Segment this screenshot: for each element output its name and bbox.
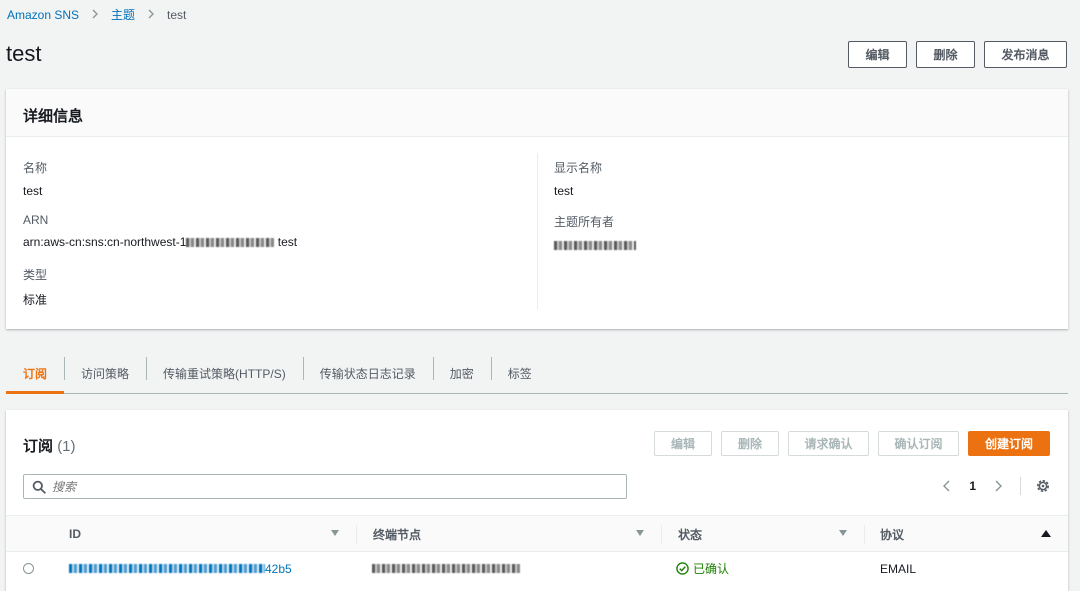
owner-label: 主题所有者 xyxy=(554,215,615,229)
column-header-status[interactable]: 状态 xyxy=(678,516,702,552)
search-box xyxy=(23,474,627,499)
owner-value xyxy=(554,238,636,252)
gear-icon[interactable] xyxy=(1033,476,1053,496)
details-panel: 详细信息 名称 test ARN arn:aws-cn:sns:cn-north… xyxy=(6,89,1068,329)
page-title: test xyxy=(6,41,42,66)
table-row: 42b5 已确认 EMAIL xyxy=(6,552,1068,585)
edit-topic-button[interactable]: 编辑 xyxy=(848,41,907,68)
endpoint-cell xyxy=(372,552,520,585)
status-badge: 已确认 xyxy=(676,560,729,577)
display-name-value: test xyxy=(554,184,574,198)
tab-delivery-retry-policy[interactable]: 传输重试策略(HTTP/S) xyxy=(146,353,303,393)
tab-delivery-status-logging[interactable]: 传输状态日志记录 xyxy=(302,353,433,393)
redacted-subscription-id xyxy=(69,564,265,573)
column-header-id[interactable]: ID xyxy=(69,516,81,552)
tab-tags[interactable]: 标签 xyxy=(490,353,549,393)
details-header: 详细信息 xyxy=(6,89,1068,137)
type-field: 类型 标准 xyxy=(23,266,47,308)
name-label: 名称 xyxy=(23,161,48,175)
pager-divider xyxy=(1020,477,1021,495)
status-cell: 已确认 xyxy=(676,552,729,585)
sort-caret-icon[interactable] xyxy=(636,530,644,536)
type-label: 类型 xyxy=(23,268,48,282)
type-value: 标准 xyxy=(23,293,48,307)
chevron-right-icon xyxy=(147,8,155,22)
arn-suffix: test xyxy=(277,235,298,249)
redacted-endpoint xyxy=(372,564,520,573)
search-input[interactable] xyxy=(52,479,612,494)
column-header-endpoint[interactable]: 终端节点 xyxy=(373,516,421,552)
tab-encryption[interactable]: 加密 xyxy=(432,353,491,393)
tab-access-policy[interactable]: 访问策略 xyxy=(64,353,146,393)
protocol-cell: EMAIL xyxy=(880,561,917,576)
column-divider xyxy=(661,525,662,544)
delete-topic-button[interactable]: 删除 xyxy=(916,41,975,68)
arn-field: ARN arn:aws-cn:sns:cn-northwest-1 test xyxy=(23,213,297,249)
name-value: test xyxy=(23,184,43,198)
subscriptions-title-text: 订阅 xyxy=(23,438,54,455)
breadcrumb-section-link[interactable]: 主题 xyxy=(111,6,135,23)
breadcrumb-current: test xyxy=(167,7,187,22)
subscriptions-panel: 订阅 (1) 编辑 删除 请求确认 确认订阅 创建订阅 1 xyxy=(6,410,1068,591)
display-name-label: 显示名称 xyxy=(554,161,603,175)
tab-subscriptions[interactable]: 订阅 xyxy=(6,353,65,394)
check-circle-icon xyxy=(676,562,689,575)
subscription-actions: 编辑 删除 请求确认 确认订阅 创建订阅 xyxy=(654,431,1050,456)
chevron-right-icon xyxy=(91,8,99,22)
arn-prefix: arn:aws-cn:sns:cn-northwest-1 xyxy=(23,235,187,249)
request-confirmation-button[interactable]: 请求确认 xyxy=(788,431,869,456)
column-divider xyxy=(864,525,865,544)
edit-subscription-button[interactable]: 编辑 xyxy=(654,431,712,456)
name-field: 名称 test xyxy=(23,159,47,198)
pagination: 1 xyxy=(937,476,1053,496)
owner-field: 主题所有者 xyxy=(554,213,636,252)
column-divider xyxy=(537,153,538,310)
breadcrumb-root-link[interactable]: Amazon SNS xyxy=(7,8,79,22)
sort-caret-icon[interactable] xyxy=(839,530,847,536)
subscription-id-link[interactable]: 42b5 xyxy=(69,562,292,576)
create-subscription-button[interactable]: 创建订阅 xyxy=(968,431,1050,456)
chevron-right-icon[interactable] xyxy=(988,476,1008,496)
subscriptions-table: ID 终端节点 状态 协议 42b5 已确认 EMAIL xyxy=(6,515,1068,585)
page-number[interactable]: 1 xyxy=(969,479,976,493)
topic-actions: 编辑 删除 发布消息 xyxy=(848,41,1067,68)
column-divider xyxy=(356,525,357,544)
subscriptions-title: 订阅 (1) xyxy=(23,435,76,456)
redacted-account-id xyxy=(186,238,275,248)
breadcrumb: Amazon SNS 主题 test xyxy=(7,6,186,23)
row-select-radio[interactable] xyxy=(23,552,34,585)
delete-subscription-button[interactable]: 删除 xyxy=(721,431,779,456)
redacted-owner-id xyxy=(554,241,636,251)
status-text: 已确认 xyxy=(693,562,730,576)
table-header: ID 终端节点 状态 协议 xyxy=(6,515,1068,552)
subscriptions-count: (1) xyxy=(57,438,76,455)
radio-button[interactable] xyxy=(23,563,34,574)
confirm-subscription-button[interactable]: 确认订阅 xyxy=(878,431,959,456)
sort-ascending-icon[interactable] xyxy=(1041,530,1051,537)
display-name-field: 显示名称 test xyxy=(554,159,602,198)
publish-message-button[interactable]: 发布消息 xyxy=(984,41,1067,68)
subscription-id-cell: 42b5 xyxy=(69,552,292,585)
chevron-left-icon[interactable] xyxy=(937,476,957,496)
arn-label: ARN xyxy=(23,213,49,227)
column-header-protocol[interactable]: 协议 xyxy=(880,516,904,552)
search-icon xyxy=(32,480,46,494)
arn-value: arn:aws-cn:sns:cn-northwest-1 test xyxy=(23,235,297,249)
sort-caret-icon[interactable] xyxy=(331,530,339,536)
topic-tabs: 订阅 访问策略 传输重试策略(HTTP/S) 传输状态日志记录 加密 标签 xyxy=(6,353,1068,394)
subscription-id-suffix: 42b5 xyxy=(265,561,292,576)
